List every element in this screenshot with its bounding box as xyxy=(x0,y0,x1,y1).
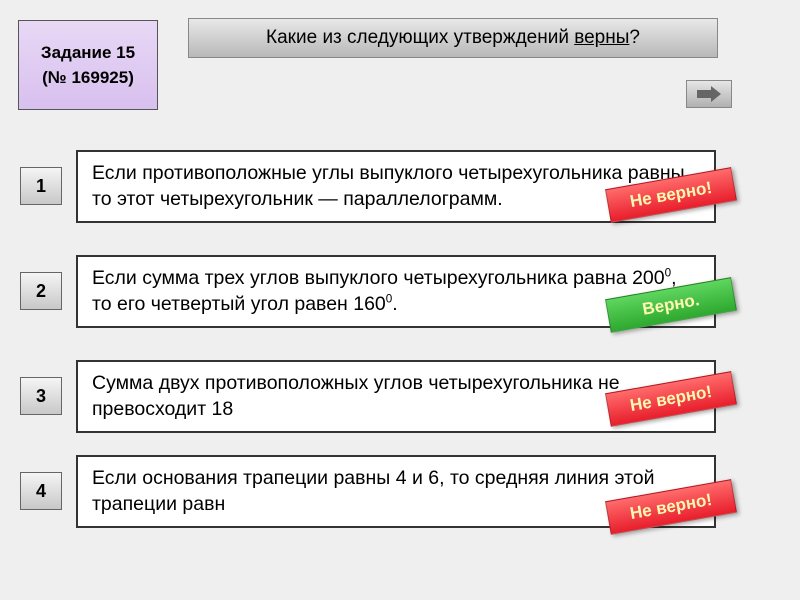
arrow-right-icon xyxy=(695,84,723,104)
task-number: (№ 169925) xyxy=(42,65,134,91)
option-button-1[interactable]: 1 xyxy=(20,167,62,205)
question-text: Какие из следующих утверждений верны? xyxy=(266,27,640,49)
question-suffix: ? xyxy=(629,27,640,48)
task-title: Задание 15 xyxy=(41,40,135,66)
question-emph: верны xyxy=(574,27,629,48)
option-button-4[interactable]: 4 xyxy=(20,472,62,510)
next-button[interactable] xyxy=(686,80,732,108)
question-bar: Какие из следующих утверждений верны? xyxy=(188,18,718,58)
task-box: Задание 15 (№ 169925) xyxy=(18,20,158,110)
question-prefix: Какие из следующих утверждений xyxy=(266,27,574,48)
option-button-3[interactable]: 3 xyxy=(20,377,62,415)
option-button-2[interactable]: 2 xyxy=(20,272,62,310)
